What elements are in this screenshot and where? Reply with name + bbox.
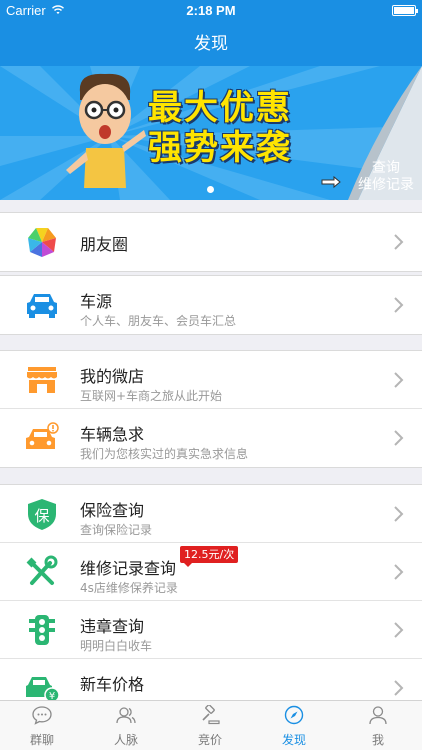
repair-record-query-link[interactable]: 查询 维修记录 — [358, 160, 414, 194]
tab-bidding[interactable]: 竞价 — [168, 701, 252, 750]
list-item-title: 新车价格 — [80, 675, 145, 694]
contacts-icon — [116, 707, 136, 724]
battery-icon — [392, 5, 418, 16]
banner-headline-line1: 最大优惠 — [148, 88, 292, 128]
list-item-subtitle: 4s店维修保养记录 — [80, 581, 178, 595]
list-item-title: 违章查询 — [80, 617, 145, 636]
list-item-subtitle: 我们为您核实过的真实急求信息 — [80, 447, 249, 461]
list-item-my-store[interactable]: 我的微店 互联网+车商之旅从此开始 — [0, 351, 422, 409]
tab-group-chat[interactable]: 群聊 — [0, 701, 84, 750]
chevron-right-icon — [394, 372, 404, 388]
list-item-urgent-vehicles[interactable]: 车辆急求 我们为您核实过的真实急求信息 — [0, 409, 422, 467]
list-item-title: 朋友圈 — [80, 235, 129, 254]
car-urgent-icon — [26, 422, 59, 449]
status-bar: Carrier 2:18 PM — [0, 0, 422, 22]
tab-contacts[interactable]: 人脉 — [84, 701, 168, 750]
tab-label: 群聊 — [29, 733, 54, 747]
list-item-title: 维修记录查询 — [80, 559, 177, 578]
list-item-insurance-query[interactable]: 保 保险查询 查询保险记录 — [0, 485, 422, 543]
price-badge: 12.5元/次 — [180, 546, 239, 567]
list-item-title: 保险查询 — [80, 501, 145, 520]
tab-label: 竞价 — [197, 733, 222, 747]
repair-tools-icon — [26, 555, 58, 585]
list-item-title: 车源 — [80, 292, 113, 311]
moments-section: 朋友圈 — [0, 212, 422, 272]
cartoon-man-illustration — [66, 73, 146, 188]
chevron-right-icon — [394, 680, 404, 696]
profile-icon — [369, 706, 387, 725]
tab-label: 人脉 — [113, 733, 138, 747]
store-section: 我的微店 互联网+车商之旅从此开始 车辆急求 我们为您核实过的真实急求信息 — [0, 350, 422, 468]
svg-text:保: 保 — [34, 507, 49, 525]
chevron-right-icon — [394, 564, 404, 580]
banner-headline: 最大优惠 强势来袭 — [148, 88, 292, 168]
query-section: 保 保险查询 查询保险记录 维修记录查询 12.5元/次 4s店维修保养记录 违… — [0, 484, 422, 700]
nav-bar: 发现 — [0, 22, 422, 66]
moments-icon — [28, 228, 56, 257]
banner-page-indicator — [207, 186, 214, 193]
page-title: 发现 — [194, 34, 228, 54]
list-item-repair-record-query[interactable]: 维修记录查询 12.5元/次 4s店维修保养记录 — [0, 543, 422, 601]
tab-discover[interactable]: 发现 — [252, 701, 336, 750]
chat-icon — [32, 706, 52, 725]
car-source-section: 车源 个人车、朋友车、会员车汇总 — [0, 275, 422, 335]
list-item-subtitle: 明明白白收车 — [80, 639, 153, 653]
list-item-subtitle: 互联网+车商之旅从此开始 — [80, 389, 223, 403]
status-time: 2:18 PM — [186, 3, 236, 18]
tab-bar: 群聊 人脉 竞价 发现 我 — [0, 700, 422, 750]
insurance-shield-icon: 保 — [28, 499, 56, 530]
compass-icon — [284, 705, 304, 725]
new-car-price-icon: ¥ — [26, 677, 60, 700]
chevron-right-icon — [394, 234, 404, 250]
tab-label: 发现 — [281, 733, 306, 747]
traffic-light-icon — [29, 615, 55, 645]
banner-headline-line2: 强势来袭 — [148, 128, 292, 168]
list-item-violation-query[interactable]: 违章查询 明明白白收车 — [0, 601, 422, 659]
list-item-title: 车辆急求 — [80, 425, 145, 444]
chevron-right-icon — [394, 506, 404, 522]
pointing-hand-icon — [321, 175, 341, 189]
auction-hammer-icon — [202, 705, 220, 725]
list-item-new-car-price[interactable]: ¥ 新车价格 — [0, 659, 422, 700]
tab-me[interactable]: 我 — [336, 701, 420, 750]
tab-label: 我 — [371, 733, 384, 747]
list-item-car-source[interactable]: 车源 个人车、朋友车、会员车汇总 — [0, 276, 422, 334]
store-icon — [27, 367, 57, 393]
car-icon — [27, 294, 57, 318]
list-item-title: 我的微店 — [80, 367, 145, 386]
promo-banner[interactable]: 最大优惠 强势来袭 查询 维修记录 — [0, 66, 422, 200]
svg-text:¥: ¥ — [49, 691, 55, 700]
query-link-line1: 查询 — [372, 160, 400, 176]
query-link-line2: 维修记录 — [358, 177, 414, 193]
list-item-moments[interactable]: 朋友圈 — [0, 213, 422, 271]
chevron-right-icon — [394, 430, 404, 446]
list-item-subtitle: 查询保险记录 — [80, 523, 153, 537]
list-item-subtitle: 个人车、朋友车、会员车汇总 — [80, 314, 237, 328]
chevron-right-icon — [394, 297, 404, 313]
chevron-right-icon — [394, 622, 404, 638]
